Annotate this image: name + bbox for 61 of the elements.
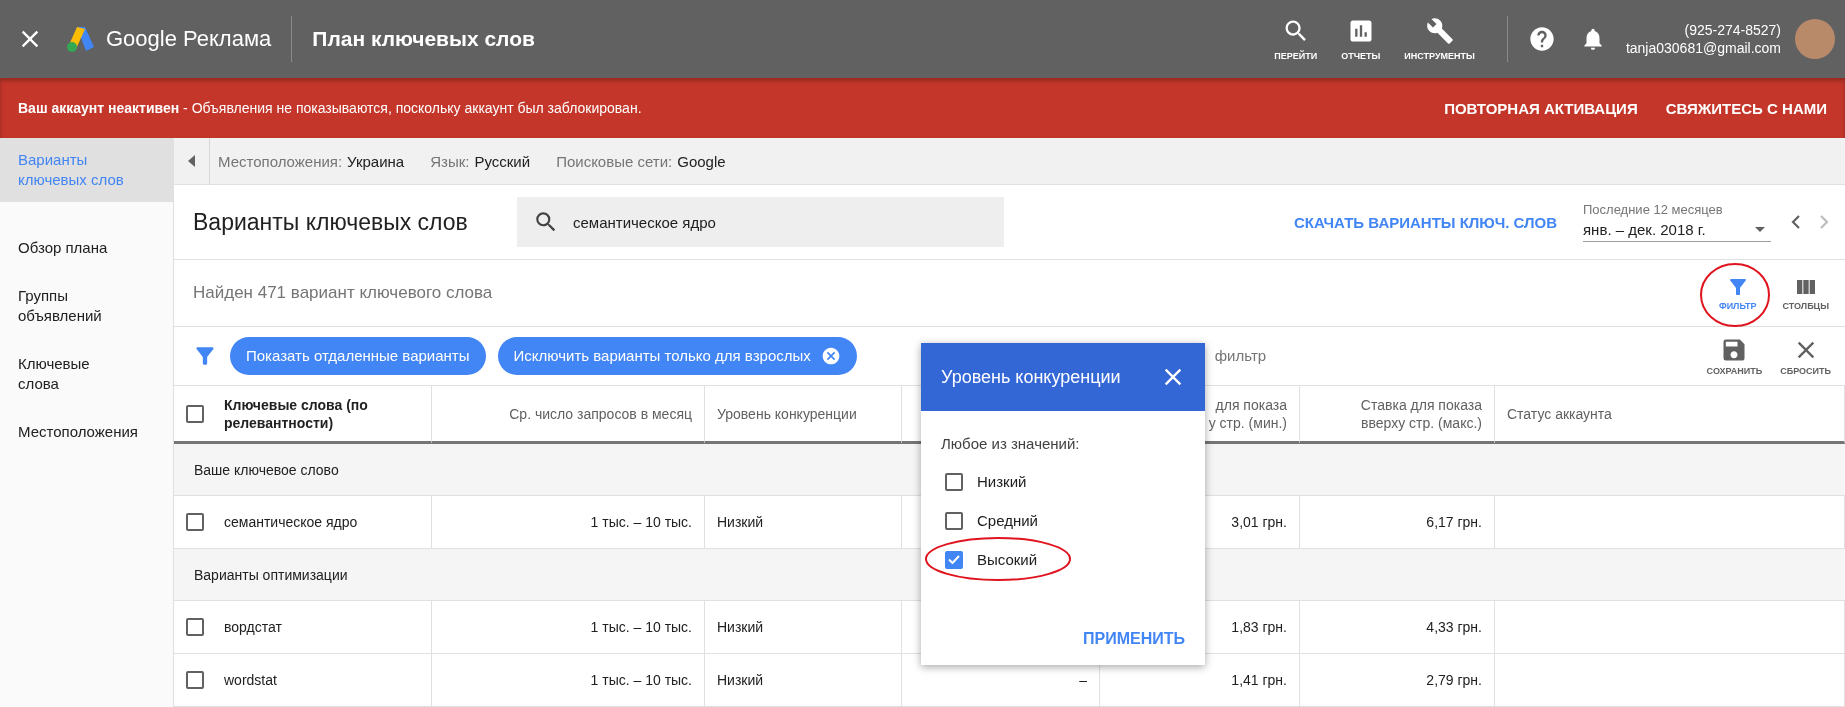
targeting-value[interactable]: Русский xyxy=(474,152,531,170)
add-filter-text[interactable]: фильтр xyxy=(1214,347,1267,365)
checkbox[interactable] xyxy=(186,513,204,531)
download-link[interactable]: СКАЧАТЬ ВАРИАНТЫ КЛЮЧ. СЛОВ xyxy=(1293,213,1557,231)
checkbox[interactable] xyxy=(945,550,963,569)
sidebar-item[interactable]: Местоположения xyxy=(0,408,173,456)
table-cell: wordstat xyxy=(174,654,432,707)
option-label[interactable]: Средний xyxy=(977,512,1038,529)
option-label[interactable]: Низкий xyxy=(977,473,1027,490)
table-cell: вордстат xyxy=(174,601,432,654)
logo-icon xyxy=(66,25,96,53)
page-title: План ключевых слов xyxy=(312,27,535,51)
targeting-label: Язык: xyxy=(430,152,470,170)
checkbox[interactable] xyxy=(945,511,963,530)
period-label: Последние 12 месяцев xyxy=(1583,202,1724,218)
table-cell: 1 тыс. – 10 тыс. xyxy=(432,654,705,707)
filter-chip[interactable]: Показать отдаленные варианты xyxy=(230,336,486,375)
banner-link[interactable]: ПОВТОРНАЯ АКТИВАЦИЯ xyxy=(1444,99,1638,117)
targeting-value[interactable]: Google xyxy=(677,152,726,170)
nav-button[interactable]: ПЕРЕЙТИ xyxy=(1262,17,1330,61)
search-field[interactable]: семантическое ядро xyxy=(517,197,1004,248)
checkbox[interactable] xyxy=(186,618,204,636)
table-cell: Низкий xyxy=(705,654,902,707)
targeting-label: Поисковые сети: xyxy=(556,152,673,170)
filter-chip[interactable]: Исключить варианты только для взрослых xyxy=(497,336,857,375)
caret-icon xyxy=(188,155,195,167)
banner-link[interactable]: СВЯЖИТЕСЬ С НАМИ xyxy=(1665,99,1827,117)
account-email: tanja030681@gmail.com xyxy=(1625,39,1781,57)
chevron-left-icon xyxy=(1791,215,1800,230)
reset-button[interactable]: СБРОСИТЬ xyxy=(1774,331,1837,380)
sidebar-item[interactable]: Обзор плана xyxy=(0,224,173,272)
help-icon[interactable] xyxy=(1527,25,1556,53)
brand-name: Google Реклама xyxy=(106,26,272,52)
section-title: Варианты ключевых слов xyxy=(193,208,469,236)
table-cell: 4,33 грн. xyxy=(1300,601,1495,654)
checkbox[interactable] xyxy=(186,671,204,689)
caret-icon xyxy=(1755,227,1765,233)
chevron-right-icon xyxy=(1820,215,1829,230)
check-icon xyxy=(948,555,960,564)
remove-icon[interactable] xyxy=(820,345,841,366)
sidebar-item[interactable]: Группы объявлений xyxy=(0,272,173,340)
save-button[interactable]: СОХРАНИТЬ xyxy=(1700,331,1769,380)
nav-button[interactable]: ИНСТРУМЕНТЫ xyxy=(1392,17,1487,61)
result-count: Найден 471 вариант ключевого слова xyxy=(193,283,493,303)
table-cell: 2,79 грн. xyxy=(1300,654,1495,707)
targeting-label: Местоположения: xyxy=(218,152,343,170)
wrench-icon xyxy=(1425,17,1454,45)
table-cell: 1 тыс. – 10 тыс. xyxy=(432,601,705,654)
columns-button[interactable]: СТОЛБЦЫ xyxy=(1776,271,1835,315)
option-label[interactable]: Высокий xyxy=(977,551,1038,568)
targeting-value[interactable]: Украина xyxy=(347,152,405,170)
checkbox[interactable] xyxy=(186,404,204,423)
checkbox[interactable] xyxy=(945,472,963,491)
nav-button[interactable]: ОТЧЕТЫ xyxy=(1329,17,1393,61)
sidebar-item[interactable]: Ключевые слова xyxy=(0,340,173,408)
account-warning: Ваш аккаунт неактивен - Объявления не показываются, поскольку аккаунт был заблокирован. xyxy=(18,100,642,116)
previous-button[interactable] xyxy=(1791,215,1800,230)
popup-header: Уровень конкуренции xyxy=(921,343,1205,411)
period-dropdown[interactable]: янв. – дек. 2018 г. xyxy=(1583,221,1771,243)
table-cell: Низкий xyxy=(705,601,902,654)
account-phone: (925-274-8527) xyxy=(1684,21,1781,39)
